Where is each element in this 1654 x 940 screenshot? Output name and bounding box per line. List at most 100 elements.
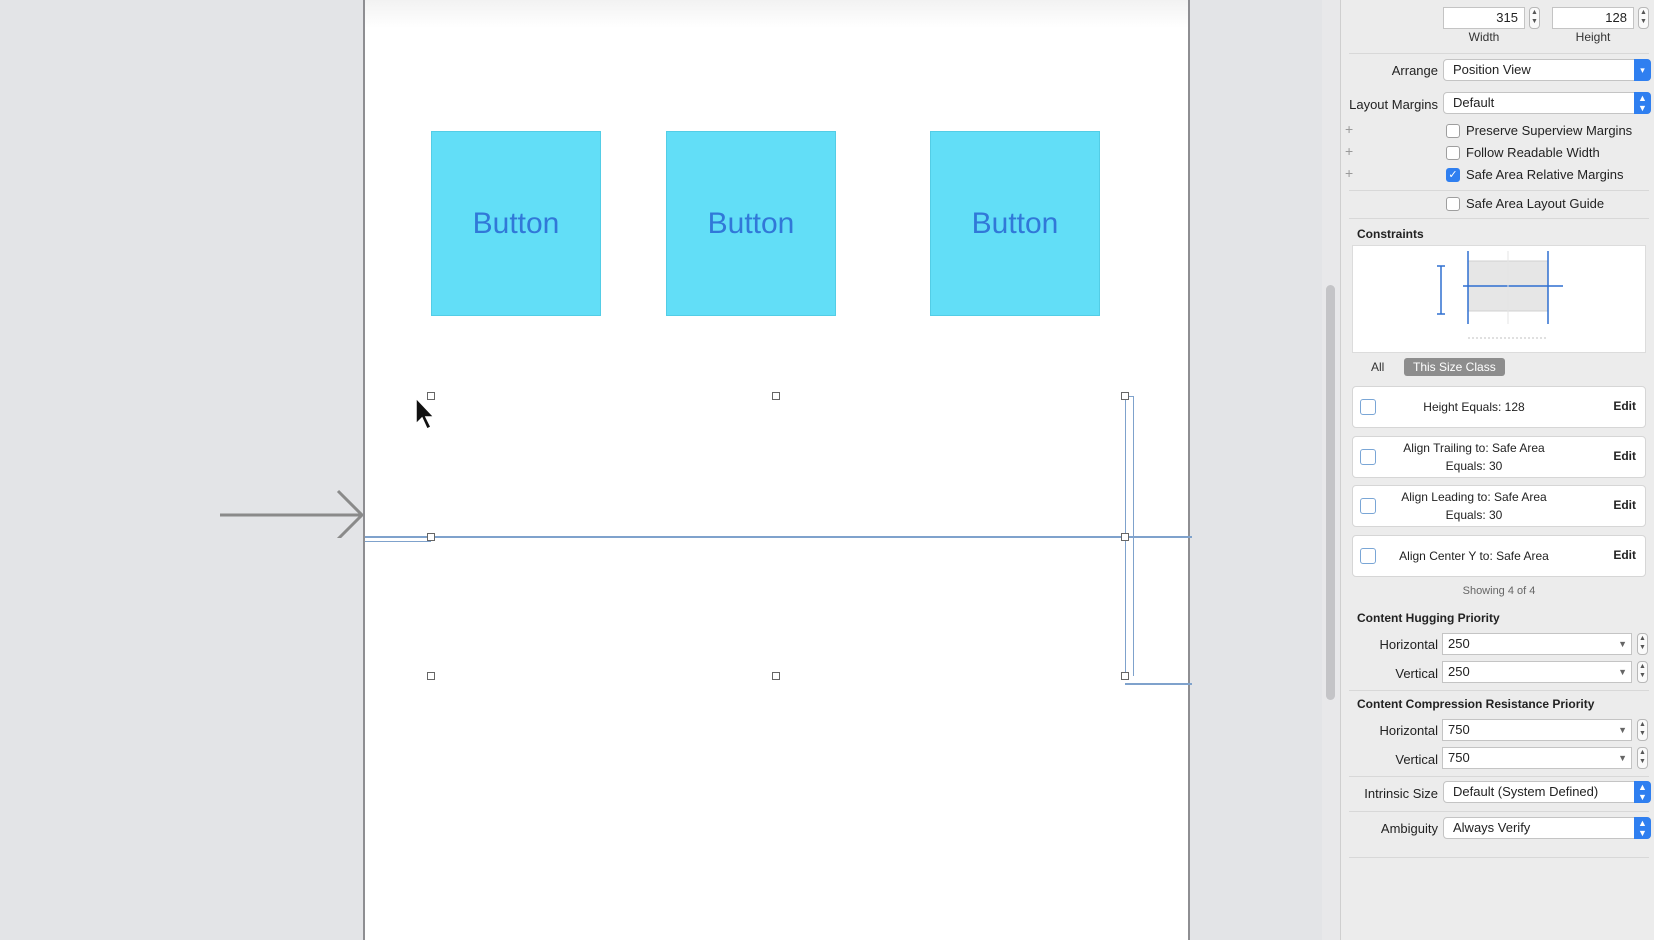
- popup-chevron-icon: ▲ ▼: [1634, 92, 1651, 114]
- chevron-down-icon: ▼: [1618, 753, 1627, 763]
- intrinsic-size-popup[interactable]: Default (System Defined) ▲ ▼: [1443, 781, 1651, 803]
- constraint-trailing-line2: Equals: 30: [1445, 459, 1503, 473]
- intrinsic-size-value: Default (System Defined): [1453, 784, 1599, 799]
- mouse-pointer-icon: [415, 396, 436, 431]
- height-stepper[interactable]: ▲ ▼: [1638, 7, 1649, 29]
- hugging-horizontal-label: Horizontal: [1379, 637, 1438, 652]
- arrange-value: Position View: [1453, 62, 1531, 77]
- center-y-guide: [365, 536, 1192, 538]
- hugging-vertical-stepper[interactable]: ▲ ▼: [1637, 661, 1648, 683]
- popup-chevron-icon: ▲ ▼: [1634, 781, 1651, 803]
- constraint-center-y-text: Align Center Y to: Safe Area: [1399, 549, 1549, 563]
- constraint-leading-line2: Equals: 30: [1445, 508, 1503, 522]
- constraint-leading[interactable]: Align Leading to: Safe Area Equals: 30 E…: [1352, 485, 1646, 527]
- divider: [1349, 218, 1649, 219]
- hugging-vertical-value: 250: [1448, 664, 1470, 679]
- resize-handle-top-center[interactable]: [772, 392, 780, 400]
- hugging-horizontal-value: 250: [1448, 636, 1470, 651]
- divider: [1349, 776, 1649, 777]
- intrinsic-size-label: Intrinsic Size: [1364, 786, 1438, 801]
- edit-leading-button[interactable]: Edit: [1613, 498, 1636, 512]
- canvas-scrollbar-thumb[interactable]: [1326, 285, 1335, 700]
- compression-vertical-value: 750: [1448, 750, 1470, 765]
- compression-horizontal-combo[interactable]: 750 ▼: [1442, 719, 1632, 741]
- safe-area-relative-margins-label: Safe Area Relative Margins: [1466, 167, 1624, 182]
- height-caption: Height: [1575, 30, 1611, 44]
- resize-handle-middle-right[interactable]: [1121, 533, 1129, 541]
- constraints-count: Showing 4 of 4: [1462, 585, 1536, 597]
- add-variation-icon[interactable]: +: [1345, 165, 1353, 181]
- width-caption: Width: [1468, 30, 1500, 44]
- follow-readable-width-checkbox[interactable]: [1446, 146, 1460, 160]
- leading-guide: [365, 541, 431, 542]
- storyboard-canvas[interactable]: Button Button Button: [0, 0, 1320, 940]
- divider: [1349, 53, 1649, 54]
- divider: [1349, 690, 1649, 691]
- preserve-superview-margins-checkbox[interactable]: [1446, 124, 1460, 138]
- height-field[interactable]: 128: [1552, 7, 1634, 29]
- resize-handle-top-right[interactable]: [1121, 392, 1129, 400]
- canvas-button-3[interactable]: Button: [930, 131, 1100, 316]
- constraint-trailing[interactable]: Align Trailing to: Safe Area Equals: 30 …: [1352, 436, 1646, 478]
- arrange-popup[interactable]: Position View ▾: [1443, 59, 1651, 81]
- canvas-button-1[interactable]: Button: [431, 131, 601, 316]
- divider: [1349, 857, 1649, 858]
- constraint-leading-line1: Align Leading to: Safe Area: [1401, 490, 1547, 504]
- width-stepper[interactable]: ▲ ▼: [1529, 7, 1540, 29]
- height-guide-bottom: [1125, 683, 1192, 685]
- edit-height-button[interactable]: Edit: [1613, 399, 1636, 413]
- ambiguity-value: Always Verify: [1453, 820, 1531, 835]
- resize-handle-bottom-right[interactable]: [1121, 672, 1129, 680]
- edit-center-y-button[interactable]: Edit: [1613, 548, 1636, 562]
- divider: [1349, 190, 1649, 191]
- ambiguity-label: Ambiguity: [1380, 821, 1438, 836]
- hugging-horizontal-stepper[interactable]: ▲ ▼: [1637, 633, 1648, 655]
- trailing-constraint-icon: [1360, 449, 1376, 465]
- constraints-title: Constraints: [1357, 227, 1424, 241]
- height-constraint-icon: [1360, 399, 1376, 415]
- chevron-down-icon: ▼: [1618, 667, 1627, 677]
- center-y-constraint-icon: [1360, 548, 1376, 564]
- canvas-button-2[interactable]: Button: [666, 131, 836, 316]
- constraint-height[interactable]: Height Equals: 128 Edit: [1352, 386, 1646, 428]
- add-variation-icon[interactable]: +: [1345, 121, 1353, 137]
- hugging-vertical-combo[interactable]: 250 ▼: [1442, 661, 1632, 683]
- initial-view-controller-arrow-icon: [220, 489, 365, 538]
- compression-horizontal-stepper[interactable]: ▲ ▼: [1637, 719, 1648, 741]
- constraints-diagram: [1352, 245, 1646, 353]
- hugging-title: Content Hugging Priority: [1357, 611, 1500, 625]
- divider: [1349, 811, 1649, 812]
- safe-area-layout-guide-checkbox[interactable]: [1446, 197, 1460, 211]
- safe-area-relative-margins-checkbox[interactable]: ✓: [1446, 168, 1460, 182]
- resize-handle-middle-left[interactable]: [427, 533, 435, 541]
- compression-vertical-combo[interactable]: 750 ▼: [1442, 747, 1632, 769]
- popup-chevron-icon: ▲ ▼: [1634, 817, 1651, 839]
- safe-area-layout-guide-label: Safe Area Layout Guide: [1466, 196, 1605, 211]
- tab-this-size-class[interactable]: This Size Class: [1404, 358, 1505, 376]
- constraint-trailing-line1: Align Trailing to: Safe Area: [1403, 441, 1545, 455]
- chevron-down-icon: ▼: [1618, 639, 1627, 649]
- resize-handle-bottom-center[interactable]: [772, 672, 780, 680]
- follow-readable-width-label: Follow Readable Width: [1466, 145, 1600, 160]
- compression-horizontal-label: Horizontal: [1379, 723, 1438, 738]
- add-variation-icon[interactable]: +: [1345, 143, 1353, 159]
- ambiguity-popup[interactable]: Always Verify ▲ ▼: [1443, 817, 1651, 839]
- arrange-label: Arrange: [1391, 63, 1438, 78]
- chevron-down-icon: ▼: [1618, 725, 1627, 735]
- popup-chevron-icon: ▾: [1634, 59, 1651, 81]
- constraint-center-y[interactable]: Align Center Y to: Safe Area Edit: [1352, 535, 1646, 577]
- width-field[interactable]: 315: [1443, 7, 1525, 29]
- compression-vertical-stepper[interactable]: ▲ ▼: [1637, 747, 1648, 769]
- resize-handle-bottom-left[interactable]: [427, 672, 435, 680]
- view-controller-scene[interactable]: Button Button Button: [363, 0, 1192, 940]
- tab-all[interactable]: All: [1362, 358, 1393, 376]
- constraint-height-text: Height Equals: 128: [1423, 400, 1525, 414]
- trailing-guide-right: [1133, 396, 1134, 676]
- layout-margins-value: Default: [1453, 95, 1495, 110]
- layout-margins-popup[interactable]: Default ▲ ▼: [1443, 92, 1651, 114]
- compression-vertical-label: Vertical: [1395, 752, 1438, 767]
- compression-title: Content Compression Resistance Priority: [1357, 697, 1595, 711]
- leading-constraint-icon: [1360, 498, 1376, 514]
- hugging-horizontal-combo[interactable]: 250 ▼: [1442, 633, 1632, 655]
- edit-trailing-button[interactable]: Edit: [1613, 449, 1636, 463]
